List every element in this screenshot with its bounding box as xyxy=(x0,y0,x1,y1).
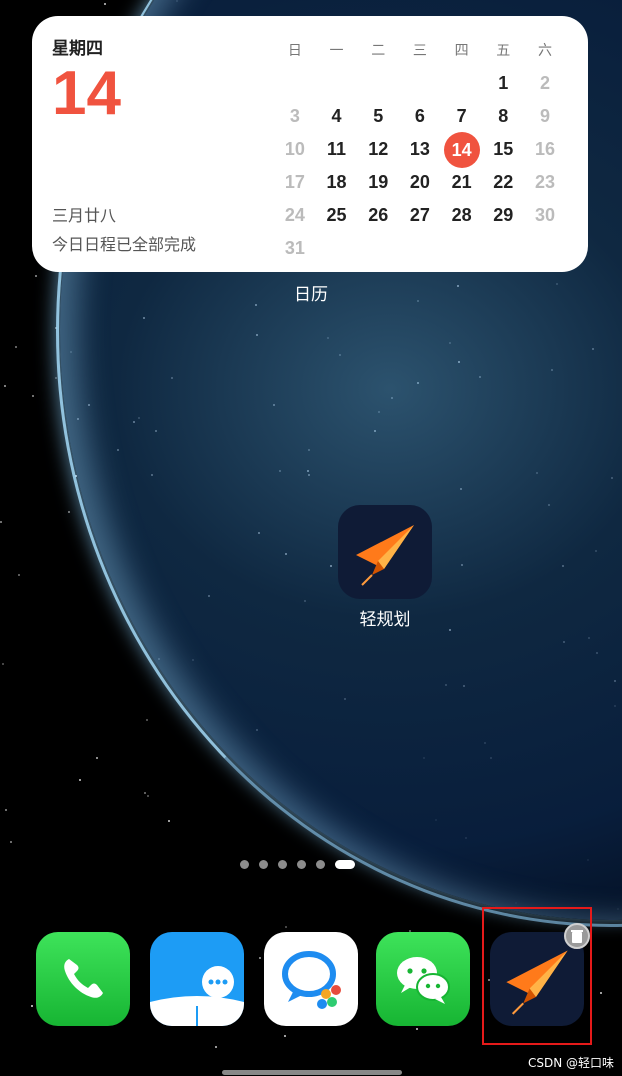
star-dot xyxy=(67,511,70,514)
star-dot xyxy=(144,791,147,794)
star-dot xyxy=(32,394,35,397)
page-dot[interactable] xyxy=(259,860,268,869)
star-dot xyxy=(145,719,148,721)
date-cell: 22 xyxy=(493,172,514,192)
page-indicator[interactable] xyxy=(240,860,355,869)
date-cell: 28 xyxy=(451,205,472,225)
weekday-header-cell: 六 xyxy=(537,42,552,59)
star-dot xyxy=(285,926,288,929)
star-dot xyxy=(54,326,57,329)
selection-highlight-box xyxy=(482,907,592,1045)
page-dot[interactable] xyxy=(278,860,287,869)
week-row: 10 11 12 13 14 15 16 xyxy=(274,131,566,168)
date-cell: 1 xyxy=(498,73,509,93)
date-cell: 27 xyxy=(409,205,430,225)
bookshelf-app-icon[interactable] xyxy=(150,932,244,1026)
star-dot xyxy=(215,1045,218,1048)
star-dot xyxy=(5,809,8,812)
week-row: 3 4 5 6 7 8 9 xyxy=(274,100,566,133)
star-dot xyxy=(0,521,3,524)
date-cell: 17 xyxy=(284,172,305,192)
weekday-header-row: 日一二三四五六 xyxy=(274,34,566,67)
weekday-label: 星期四 xyxy=(52,39,103,59)
date-cell: 24 xyxy=(284,205,305,225)
date-cell: 3 xyxy=(289,106,300,126)
date-cell: 30 xyxy=(534,205,555,225)
date-cell: 7 xyxy=(456,106,467,126)
qingguihua-app-icon[interactable] xyxy=(338,505,432,599)
date-cell: 31 xyxy=(284,238,305,258)
paper-plane-icon xyxy=(356,525,414,586)
date-cell: 15 xyxy=(493,139,514,159)
star-dot xyxy=(10,841,13,844)
weekday-header-cell: 二 xyxy=(371,42,386,59)
week-row: 24 25 26 27 28 29 30 xyxy=(274,199,566,232)
star-dot xyxy=(14,346,17,349)
page-dot[interactable] xyxy=(316,860,325,869)
date-cell: 26 xyxy=(368,205,389,225)
watermark-text: CSDN @轻口味 xyxy=(527,1056,614,1070)
star-dot xyxy=(258,956,261,959)
lunar-date: 三月廿八 xyxy=(52,206,117,225)
page-dot-active[interactable] xyxy=(335,860,355,869)
chat-book-icon xyxy=(150,966,244,1026)
star-dot xyxy=(284,1034,287,1037)
week-row: 17 18 19 20 21 22 23 xyxy=(274,166,566,199)
weekday-header-cell: 四 xyxy=(454,42,469,59)
week-row: 31 xyxy=(274,232,566,265)
calendar-widget[interactable]: 星期四 14 三月廿八 今日日程已全部完成 日一二三四五六 1234567891… xyxy=(32,16,588,272)
date-cell: 23 xyxy=(534,172,555,192)
star-dot xyxy=(103,3,106,6)
page-dot[interactable] xyxy=(297,860,306,869)
date-cell: 5 xyxy=(373,106,384,126)
phone-app-icon[interactable] xyxy=(36,932,130,1026)
star-dot xyxy=(2,662,5,665)
wechat-icon xyxy=(397,957,450,1004)
date-cell: 29 xyxy=(493,205,514,225)
date-cell: 8 xyxy=(498,106,509,126)
star-dot xyxy=(31,1004,34,1007)
weekday-header-cell: 三 xyxy=(412,42,427,59)
date-cell: 25 xyxy=(326,205,347,225)
date-cell: 12 xyxy=(368,139,389,159)
month-grid: 日一二三四五六 1 2 3 4 5 6 7 8 9 10 11 12 13 14 15 16 17 18 19 20 2… xyxy=(274,34,566,265)
star-dot xyxy=(55,377,58,380)
date-cell: 19 xyxy=(368,172,389,192)
current-day-number: 14 xyxy=(52,59,121,128)
star-dot xyxy=(415,1028,418,1031)
date-cell: 13 xyxy=(409,139,430,159)
calendar-widget-label: 日历 xyxy=(294,285,328,305)
weekday-header-cell: 一 xyxy=(329,42,344,59)
enterprise-chat-app-icon[interactable] xyxy=(264,932,358,1026)
star-dot xyxy=(17,574,20,577)
weekday-header-cell: 日 xyxy=(287,42,302,59)
date-cell: 20 xyxy=(409,172,430,192)
date-cell: 11 xyxy=(327,139,347,159)
star-dot xyxy=(95,756,98,759)
date-cell: 6 xyxy=(414,106,425,126)
star-dot xyxy=(167,820,170,823)
home-indicator-bar[interactable] xyxy=(222,1070,402,1075)
date-cell: 4 xyxy=(331,106,342,126)
star-dot xyxy=(4,384,7,387)
wechat-app-icon[interactable] xyxy=(376,932,470,1026)
weekday-header-cell: 五 xyxy=(496,42,511,59)
date-cell: 2 xyxy=(539,73,550,93)
date-cell: 10 xyxy=(284,139,305,159)
star-dot xyxy=(600,991,603,994)
star-dot xyxy=(78,779,81,782)
week-row: 12 xyxy=(274,67,566,100)
chat-bubble-icon xyxy=(282,951,341,1009)
qingguihua-app-label: 轻规划 xyxy=(359,610,411,630)
star-dot xyxy=(35,274,38,277)
star-dot xyxy=(146,795,149,798)
date-cell: 16 xyxy=(534,139,555,159)
page-dot[interactable] xyxy=(240,860,249,869)
today-date-cell: 14 xyxy=(441,131,483,168)
date-cell: 18 xyxy=(326,172,347,192)
date-cell: 9 xyxy=(539,106,550,126)
phone-icon xyxy=(64,959,103,998)
schedule-status: 今日日程已全部完成 xyxy=(52,235,197,254)
date-cell: 21 xyxy=(451,172,472,192)
